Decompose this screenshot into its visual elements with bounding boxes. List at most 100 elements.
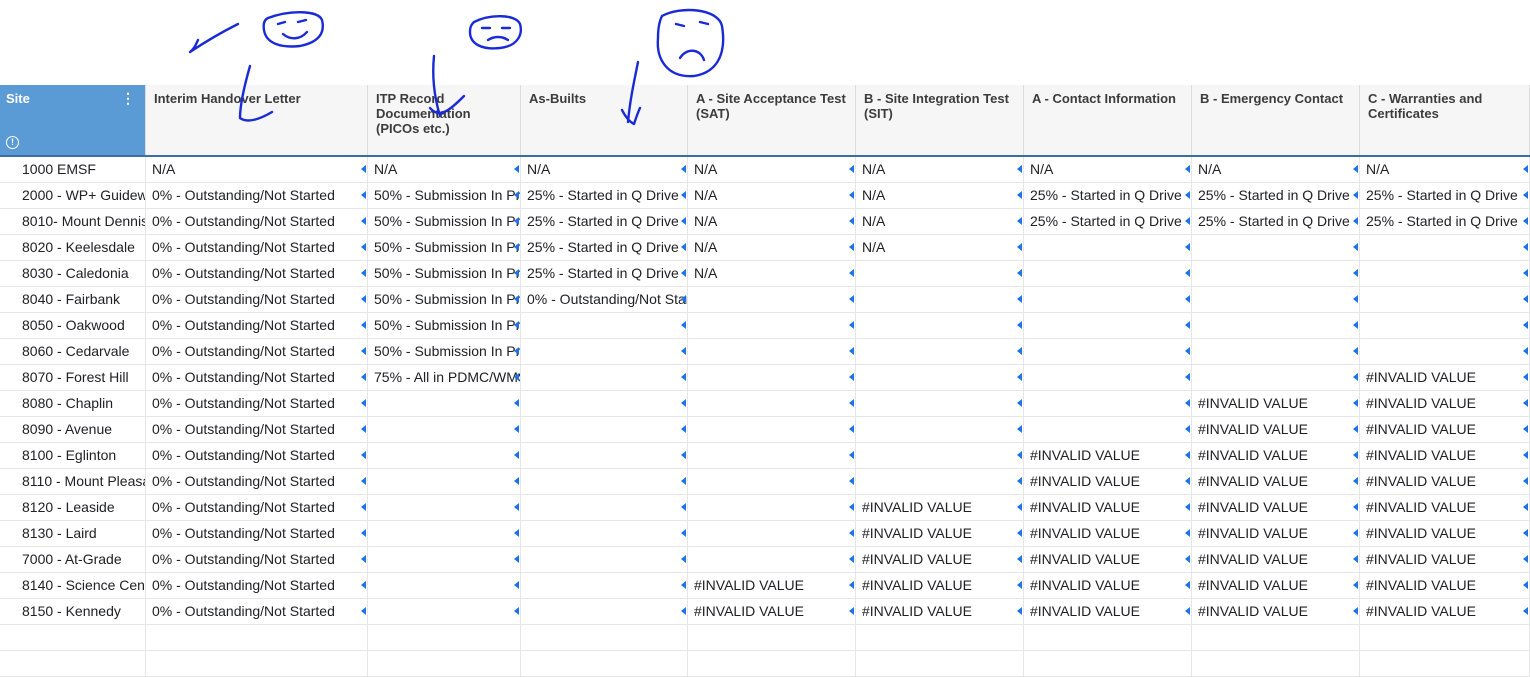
status-cell[interactable]: 0% - Outstanding/Not Started xyxy=(146,443,368,468)
dropdown-arrow-icon[interactable] xyxy=(1185,451,1190,459)
status-cell[interactable] xyxy=(368,547,521,572)
dropdown-arrow-icon[interactable] xyxy=(1017,425,1022,433)
dropdown-arrow-icon[interactable] xyxy=(849,503,854,511)
dropdown-arrow-icon[interactable] xyxy=(849,243,854,251)
status-cell[interactable]: 0% - Outstanding/Not Started xyxy=(146,417,368,442)
status-cell[interactable] xyxy=(1360,651,1530,676)
dropdown-arrow-icon[interactable] xyxy=(1353,581,1358,589)
dropdown-arrow-icon[interactable] xyxy=(514,477,519,485)
dropdown-arrow-icon[interactable] xyxy=(681,399,686,407)
status-cell[interactable]: 25% - Started in Q Drive xyxy=(521,261,688,286)
status-cell[interactable] xyxy=(1360,261,1530,286)
status-cell[interactable]: #INVALID VALUE xyxy=(1024,443,1192,468)
status-cell[interactable] xyxy=(521,339,688,364)
status-cell[interactable] xyxy=(368,391,521,416)
dropdown-arrow-icon[interactable] xyxy=(681,243,686,251)
status-cell[interactable]: 0% - Outstanding/Not Started xyxy=(146,339,368,364)
status-cell[interactable] xyxy=(1192,313,1360,338)
dropdown-arrow-icon[interactable] xyxy=(1185,477,1190,485)
dropdown-arrow-icon[interactable] xyxy=(1523,191,1528,199)
dropdown-arrow-icon[interactable] xyxy=(514,321,519,329)
status-cell[interactable]: 25% - Started in Q Drive xyxy=(1024,209,1192,234)
dropdown-arrow-icon[interactable] xyxy=(361,425,366,433)
dropdown-arrow-icon[interactable] xyxy=(514,295,519,303)
dropdown-arrow-icon[interactable] xyxy=(361,529,366,537)
status-cell[interactable] xyxy=(1192,625,1360,650)
header-warranties-certificates[interactable]: C - Warranties and Certificates xyxy=(1360,85,1530,155)
status-cell[interactable] xyxy=(1024,313,1192,338)
status-cell[interactable]: #INVALID VALUE xyxy=(1024,495,1192,520)
status-cell[interactable]: #INVALID VALUE xyxy=(1192,599,1360,624)
dropdown-arrow-icon[interactable] xyxy=(361,451,366,459)
dropdown-arrow-icon[interactable] xyxy=(1017,269,1022,277)
dropdown-arrow-icon[interactable] xyxy=(849,217,854,225)
dropdown-arrow-icon[interactable] xyxy=(1353,399,1358,407)
status-cell[interactable]: #INVALID VALUE xyxy=(1192,391,1360,416)
status-cell[interactable] xyxy=(521,443,688,468)
status-cell[interactable]: 0% - Outstanding/Not Started xyxy=(146,209,368,234)
status-cell[interactable] xyxy=(368,625,521,650)
site-cell[interactable]: 8150 - Kennedy xyxy=(0,599,146,624)
dropdown-arrow-icon[interactable] xyxy=(514,217,519,225)
status-cell[interactable] xyxy=(688,391,856,416)
dropdown-arrow-icon[interactable] xyxy=(681,581,686,589)
site-cell[interactable]: 8100 - Eglinton xyxy=(0,443,146,468)
status-cell[interactable] xyxy=(1192,365,1360,390)
dropdown-arrow-icon[interactable] xyxy=(1017,581,1022,589)
dropdown-arrow-icon[interactable] xyxy=(1185,581,1190,589)
dropdown-arrow-icon[interactable] xyxy=(681,477,686,485)
header-as-builts[interactable]: As-Builts xyxy=(521,85,688,155)
status-cell[interactable] xyxy=(368,495,521,520)
status-cell[interactable]: N/A xyxy=(688,157,856,182)
dropdown-arrow-icon[interactable] xyxy=(1353,477,1358,485)
status-cell[interactable]: 25% - Started in Q Drive xyxy=(1192,209,1360,234)
dropdown-arrow-icon[interactable] xyxy=(514,503,519,511)
dropdown-arrow-icon[interactable] xyxy=(681,555,686,563)
status-cell[interactable] xyxy=(1192,651,1360,676)
status-cell[interactable] xyxy=(1360,339,1530,364)
dropdown-arrow-icon[interactable] xyxy=(1353,165,1358,173)
status-cell[interactable] xyxy=(521,313,688,338)
status-cell[interactable]: #INVALID VALUE xyxy=(1192,573,1360,598)
site-cell[interactable]: 8020 - Keelesdale xyxy=(0,235,146,260)
dropdown-arrow-icon[interactable] xyxy=(1523,425,1528,433)
dropdown-arrow-icon[interactable] xyxy=(1523,321,1528,329)
dropdown-arrow-icon[interactable] xyxy=(1185,243,1190,251)
status-cell[interactable]: #INVALID VALUE xyxy=(1192,547,1360,572)
status-cell[interactable]: 50% - Submission In Pr xyxy=(368,183,521,208)
status-cell[interactable]: 0% - Outstanding/Not Started xyxy=(146,573,368,598)
status-cell[interactable]: #INVALID VALUE xyxy=(1360,599,1530,624)
dropdown-arrow-icon[interactable] xyxy=(361,373,366,381)
header-contact-information[interactable]: A - Contact Information xyxy=(1024,85,1192,155)
status-cell[interactable]: 0% - Outstanding/Not Started xyxy=(146,313,368,338)
status-cell[interactable] xyxy=(1360,313,1530,338)
status-cell[interactable]: N/A xyxy=(1360,157,1530,182)
status-cell[interactable]: #INVALID VALUE xyxy=(1360,521,1530,546)
status-cell[interactable]: #INVALID VALUE xyxy=(1360,443,1530,468)
dropdown-arrow-icon[interactable] xyxy=(1017,165,1022,173)
dropdown-arrow-icon[interactable] xyxy=(1185,191,1190,199)
dropdown-arrow-icon[interactable] xyxy=(1523,269,1528,277)
status-cell[interactable]: 0% - Outstanding/Not Started xyxy=(146,521,368,546)
dropdown-arrow-icon[interactable] xyxy=(514,581,519,589)
status-cell[interactable] xyxy=(856,625,1024,650)
status-cell[interactable] xyxy=(521,573,688,598)
status-cell[interactable]: #INVALID VALUE xyxy=(1192,495,1360,520)
dropdown-arrow-icon[interactable] xyxy=(1185,399,1190,407)
status-cell[interactable]: 0% - Outstanding/Not Started xyxy=(146,261,368,286)
status-cell[interactable] xyxy=(688,495,856,520)
dropdown-arrow-icon[interactable] xyxy=(1523,399,1528,407)
dropdown-arrow-icon[interactable] xyxy=(681,529,686,537)
dropdown-arrow-icon[interactable] xyxy=(361,165,366,173)
status-cell[interactable]: N/A xyxy=(688,235,856,260)
status-cell[interactable]: 50% - Submission In Pr xyxy=(368,339,521,364)
status-cell[interactable]: 50% - Submission In Pr xyxy=(368,209,521,234)
dropdown-arrow-icon[interactable] xyxy=(849,451,854,459)
status-cell[interactable]: 0% - Outstanding/Not Started xyxy=(146,287,368,312)
status-cell[interactable] xyxy=(1024,391,1192,416)
header-interim-handover-letter[interactable]: Interim Handover Letter xyxy=(146,85,368,155)
dropdown-arrow-icon[interactable] xyxy=(1017,373,1022,381)
status-cell[interactable] xyxy=(1192,339,1360,364)
status-cell[interactable] xyxy=(856,391,1024,416)
status-cell[interactable]: N/A xyxy=(856,235,1024,260)
